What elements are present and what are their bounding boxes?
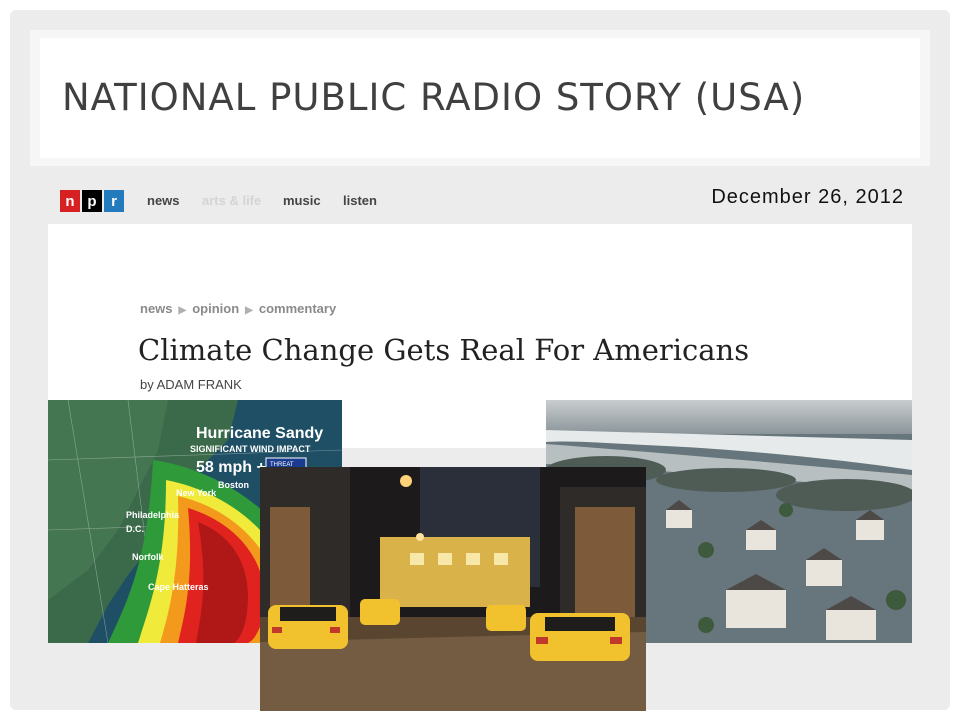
nav-arts-life[interactable]: arts & life	[202, 193, 261, 208]
npr-logo-p: p	[82, 190, 102, 212]
city-philadelphia: Philadelphia	[126, 510, 180, 520]
city-dc: D.C.	[126, 524, 144, 534]
breadcrumb-separator-icon: ▶	[178, 305, 187, 316]
nav-news[interactable]: news	[147, 193, 180, 208]
article-byline: by ADAM FRANK	[140, 377, 242, 392]
breadcrumb-opinion[interactable]: opinion	[192, 301, 239, 316]
hurricane-map-title: Hurricane Sandy	[196, 425, 323, 442]
npr-logo-r: r	[104, 190, 124, 212]
article-headline: Climate Change Gets Real For Americans	[138, 333, 750, 367]
slide-title: NATIONAL PUBLIC RADIO STORY (USA)	[62, 76, 806, 119]
story-date: December 26, 2012	[711, 186, 904, 208]
city-new-york: New York	[176, 488, 217, 498]
city-norfolk: Norfolk	[132, 552, 164, 562]
nav-music[interactable]: music	[283, 193, 321, 208]
npr-logo-n: n	[60, 190, 80, 212]
city-boston: Boston	[218, 480, 249, 490]
breadcrumb: news ▶ opinion ▶ commentary	[140, 301, 336, 316]
npr-logo[interactable]: n p r	[60, 190, 124, 212]
hurricane-map-subtitle: SIGNIFICANT WIND IMPACT	[190, 444, 311, 454]
hurricane-map-wind: 58 mph +	[196, 459, 266, 476]
nav-listen[interactable]: listen	[343, 193, 377, 208]
breadcrumb-commentary[interactable]: commentary	[259, 301, 336, 316]
flooded-street-image	[260, 467, 646, 711]
breadcrumb-separator-icon: ▶	[245, 305, 253, 316]
city-cape-hatteras: Cape Hatteras	[148, 582, 209, 592]
breadcrumb-news[interactable]: news	[140, 301, 173, 316]
